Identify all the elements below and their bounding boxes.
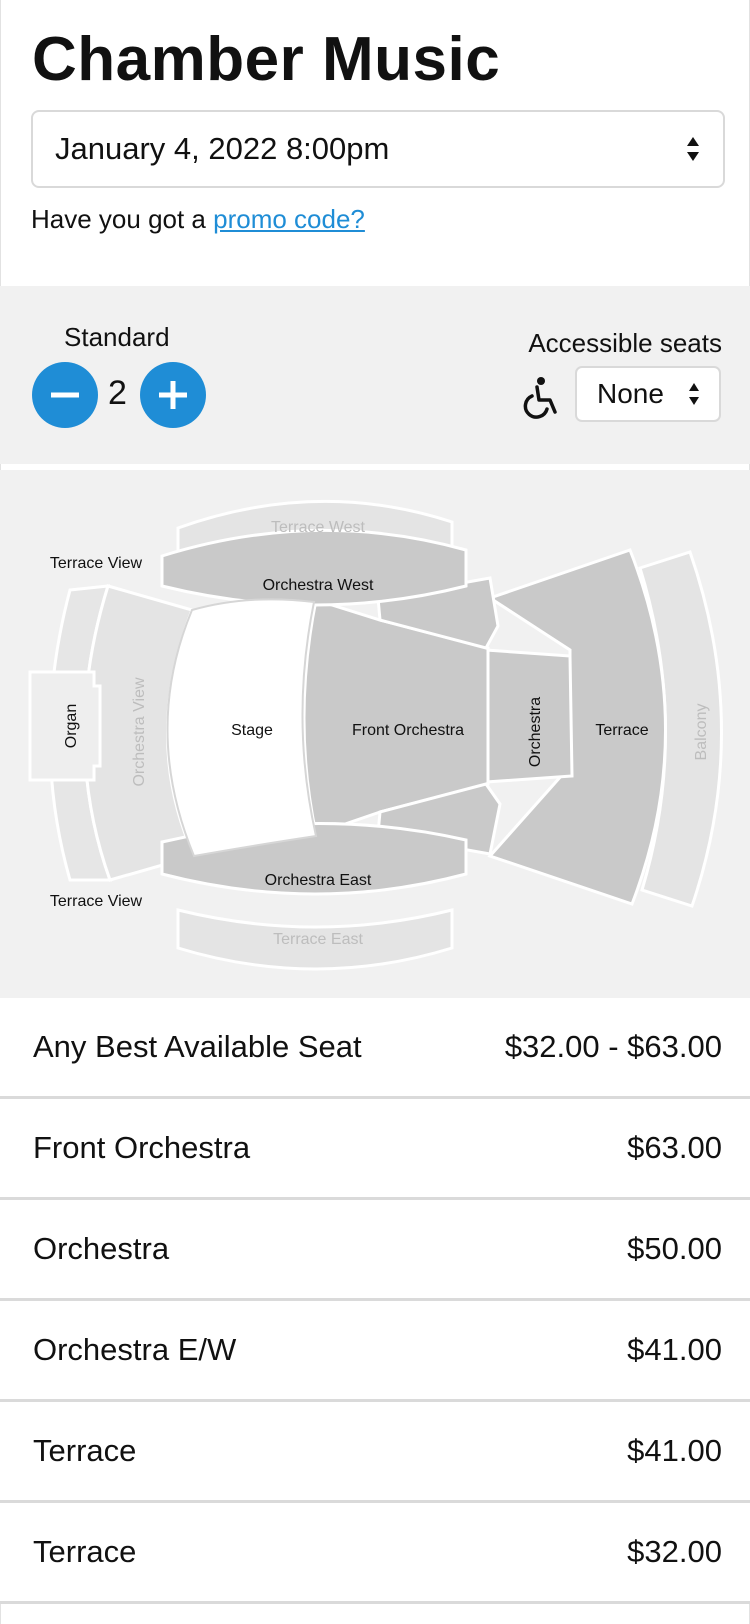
label-terrace-east: Terrace East	[273, 931, 363, 948]
price-row-price: $32.00	[627, 1534, 722, 1569]
label-front-orchestra: Front Orchestra	[352, 722, 464, 739]
label-terrace: Terrace	[595, 722, 648, 739]
promo-line: Have you got a promo code?	[31, 204, 365, 235]
performance-date-value: January 4, 2022 8:00pm	[55, 131, 390, 166]
label-orchestra: Orchestra	[527, 697, 544, 767]
accessible-seats-select[interactable]: None	[575, 366, 721, 422]
label-orchestra-view: Orchestra View	[131, 677, 148, 787]
price-row-price: $63.00	[627, 1130, 722, 1165]
promo-code-link[interactable]: promo code?	[213, 204, 365, 234]
page-title: Chamber Music	[32, 25, 501, 94]
standard-quantity-value: 2	[108, 374, 127, 412]
price-row-price: $50.00	[627, 1231, 722, 1266]
chevron-updown-icon	[689, 383, 699, 405]
ticket-quantity-panel: Standard 2 Accessible seats None	[0, 286, 750, 464]
label-stage: Stage	[231, 722, 273, 739]
price-row-name: Terrace	[33, 1433, 137, 1468]
label-terrace-west: Terrace West	[271, 519, 366, 536]
price-row-orchestra[interactable]: Orchestra $50.00	[0, 1200, 750, 1301]
price-row-orchestra-ew[interactable]: Orchestra E/W $41.00	[0, 1301, 750, 1402]
decrease-quantity-button[interactable]	[32, 362, 98, 428]
minus-icon	[51, 392, 79, 398]
chevron-updown-icon	[687, 137, 699, 161]
price-row-name: Orchestra E/W	[33, 1332, 237, 1367]
plus-icon	[159, 381, 187, 409]
seat-map: Terrace West Terrace View Orchestra West…	[0, 470, 750, 998]
accessible-seats-value: None	[597, 378, 664, 409]
price-row-front-orchestra[interactable]: Front Orchestra $63.00	[0, 1099, 750, 1200]
price-list: Any Best Available Seat $32.00 - $63.00 …	[0, 998, 750, 1604]
label-orchestra-west: Orchestra West	[263, 577, 374, 594]
standard-label: Standard	[64, 322, 170, 352]
label-terrace-view-bottom: Terrace View	[50, 893, 143, 910]
price-row-name: Terrace	[33, 1534, 137, 1569]
wheelchair-icon	[523, 377, 557, 419]
label-orchestra-east: Orchestra East	[265, 872, 372, 889]
price-row-price: $32.00 - $63.00	[504, 1029, 722, 1064]
accessible-seats-label: Accessible seats	[528, 328, 722, 358]
price-row-any-best-available[interactable]: Any Best Available Seat $32.00 - $63.00	[0, 998, 750, 1099]
price-row-name: Orchestra	[33, 1231, 170, 1266]
seat-map-svg: Terrace West Terrace View Orchestra West…	[28, 499, 723, 971]
price-row-price: $41.00	[627, 1332, 722, 1367]
price-row-name: Front Orchestra	[33, 1130, 251, 1165]
label-balcony: Balcony	[693, 704, 710, 761]
price-row-terrace[interactable]: Terrace $41.00	[0, 1402, 750, 1503]
performance-date-select[interactable]: January 4, 2022 8:00pm	[31, 110, 725, 188]
label-organ: Organ	[63, 704, 80, 748]
increase-quantity-button[interactable]	[140, 362, 206, 428]
promo-prefix: Have you got a	[31, 204, 214, 234]
price-row-price: $41.00	[627, 1433, 722, 1468]
price-row-name: Any Best Available Seat	[33, 1029, 362, 1064]
label-terrace-view-top: Terrace View	[50, 555, 143, 572]
price-row-terrace[interactable]: Terrace $32.00	[0, 1503, 750, 1604]
